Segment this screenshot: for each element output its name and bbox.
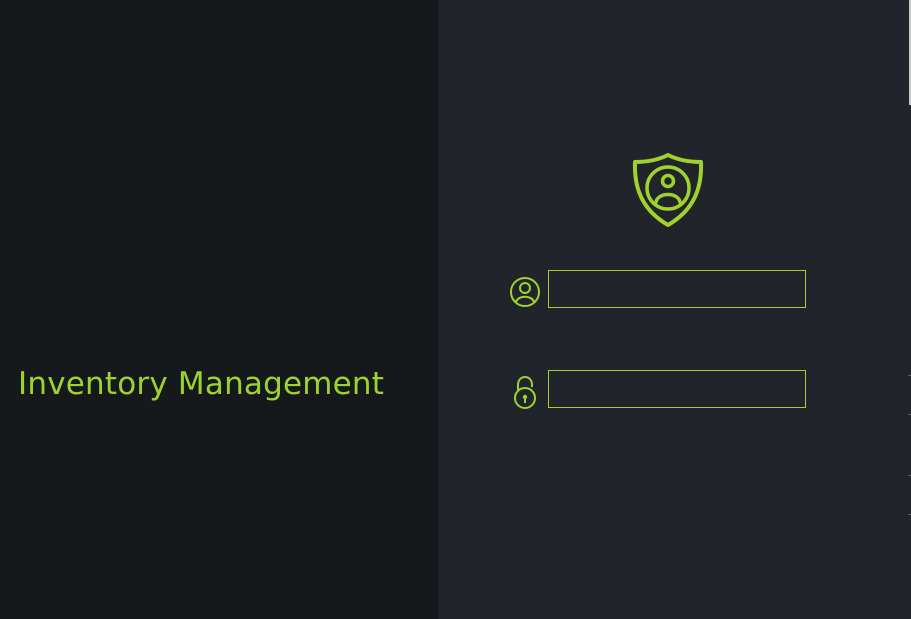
branding-panel: Inventory Management: [0, 0, 438, 619]
user-circle-icon: [510, 277, 540, 307]
login-window: Inventory Management: [0, 0, 911, 619]
app-title: Inventory Management: [18, 366, 385, 402]
password-input[interactable]: [548, 370, 806, 408]
login-panel: [438, 0, 911, 619]
lock-icon: [514, 375, 536, 409]
username-input[interactable]: [548, 270, 806, 308]
shield-user-icon: [632, 153, 704, 227]
